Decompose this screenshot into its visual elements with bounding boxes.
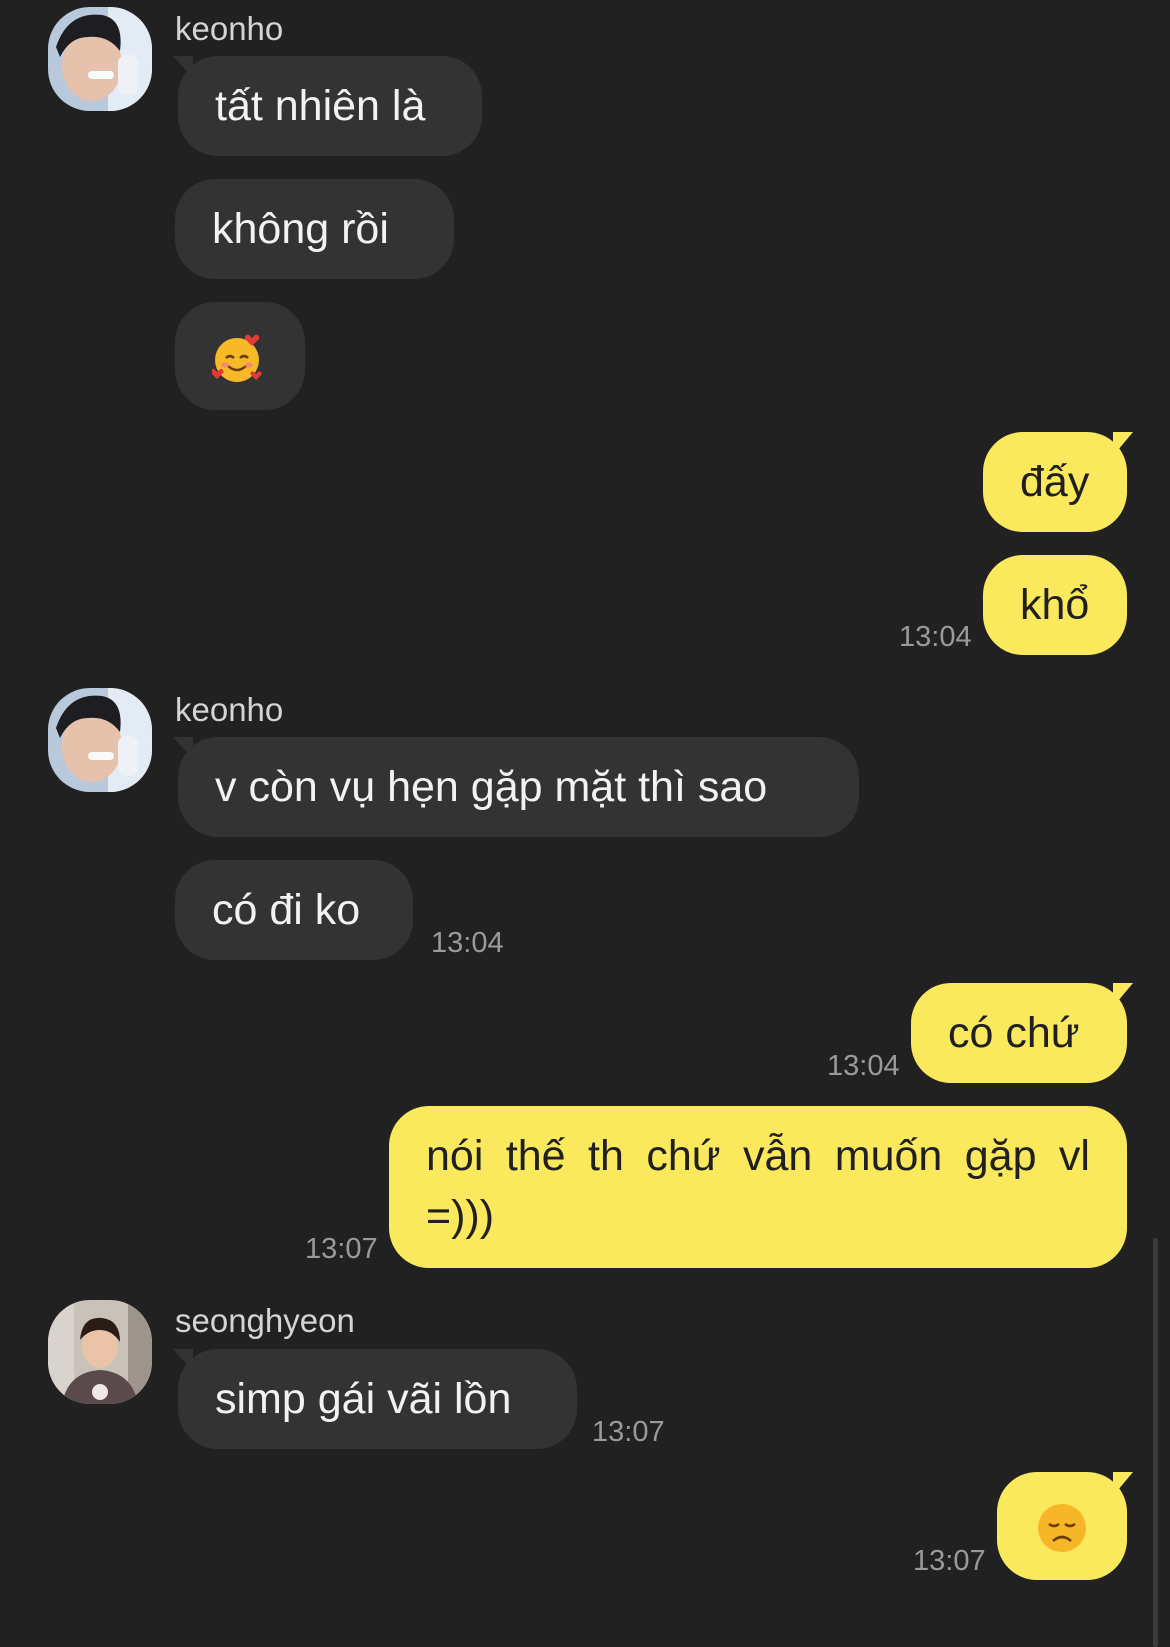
smiling-face-with-hearts-icon <box>210 334 262 384</box>
message-bubble[interactable]: không rồi <box>175 179 454 279</box>
message-bubble[interactable]: có chứ <box>911 983 1133 1083</box>
avatar-seonghyeon[interactable] <box>48 1300 152 1404</box>
message-timestamp: 13:04 <box>431 927 504 959</box>
message-timestamp: 13:07 <box>913 1545 986 1577</box>
scrollbar[interactable] <box>1153 1238 1158 1647</box>
message-text: v còn vụ hẹn gặp mặt thì sao <box>215 763 768 811</box>
message-text: có đi ko <box>212 886 361 934</box>
message-timestamp: 13:04 <box>827 1050 900 1082</box>
message-text: nói thế th chứ vẫn muốn gặp vl =))) <box>426 1132 1090 1240</box>
disappointed-face-icon <box>1036 1502 1088 1554</box>
message-bubble[interactable]: v còn vụ hẹn gặp mặt thì sao <box>173 737 859 837</box>
message-bubble[interactable] <box>997 1472 1133 1580</box>
message-text: simp gái vãi lồn <box>215 1375 512 1423</box>
message-text: khổ <box>1020 581 1090 629</box>
avatar-keonho[interactable] <box>48 688 152 792</box>
message-bubble[interactable]: khổ <box>983 555 1127 655</box>
sender-name: keonho <box>175 691 284 728</box>
message-bubble[interactable]: simp gái vãi lồn <box>173 1349 577 1449</box>
message-text: có chứ <box>948 1009 1080 1057</box>
avatar-keonho-image <box>48 7 152 111</box>
message-bubble[interactable] <box>175 302 305 410</box>
message-bubble[interactable]: nói thế th chứ vẫn muốn gặp vl =))) <box>389 1106 1127 1268</box>
message-bubble[interactable]: có đi ko <box>175 860 413 960</box>
message-bubble[interactable]: tất nhiên là <box>173 56 482 156</box>
message-timestamp: 13:07 <box>592 1416 665 1448</box>
avatar-keonho[interactable] <box>48 7 152 111</box>
message-text: tất nhiên là <box>215 82 426 130</box>
message-timestamp: 13:07 <box>305 1233 378 1265</box>
message-text: đấy <box>1020 458 1090 506</box>
avatar-seonghyeon-image <box>48 1300 152 1404</box>
message-text: không rồi <box>212 205 389 253</box>
message-timestamp: 13:04 <box>899 621 972 653</box>
message-bubble[interactable]: đấy <box>983 432 1133 532</box>
avatar-keonho-image <box>48 688 152 792</box>
sender-name: keonho <box>175 10 284 47</box>
sender-name: seonghyeon <box>175 1302 355 1339</box>
